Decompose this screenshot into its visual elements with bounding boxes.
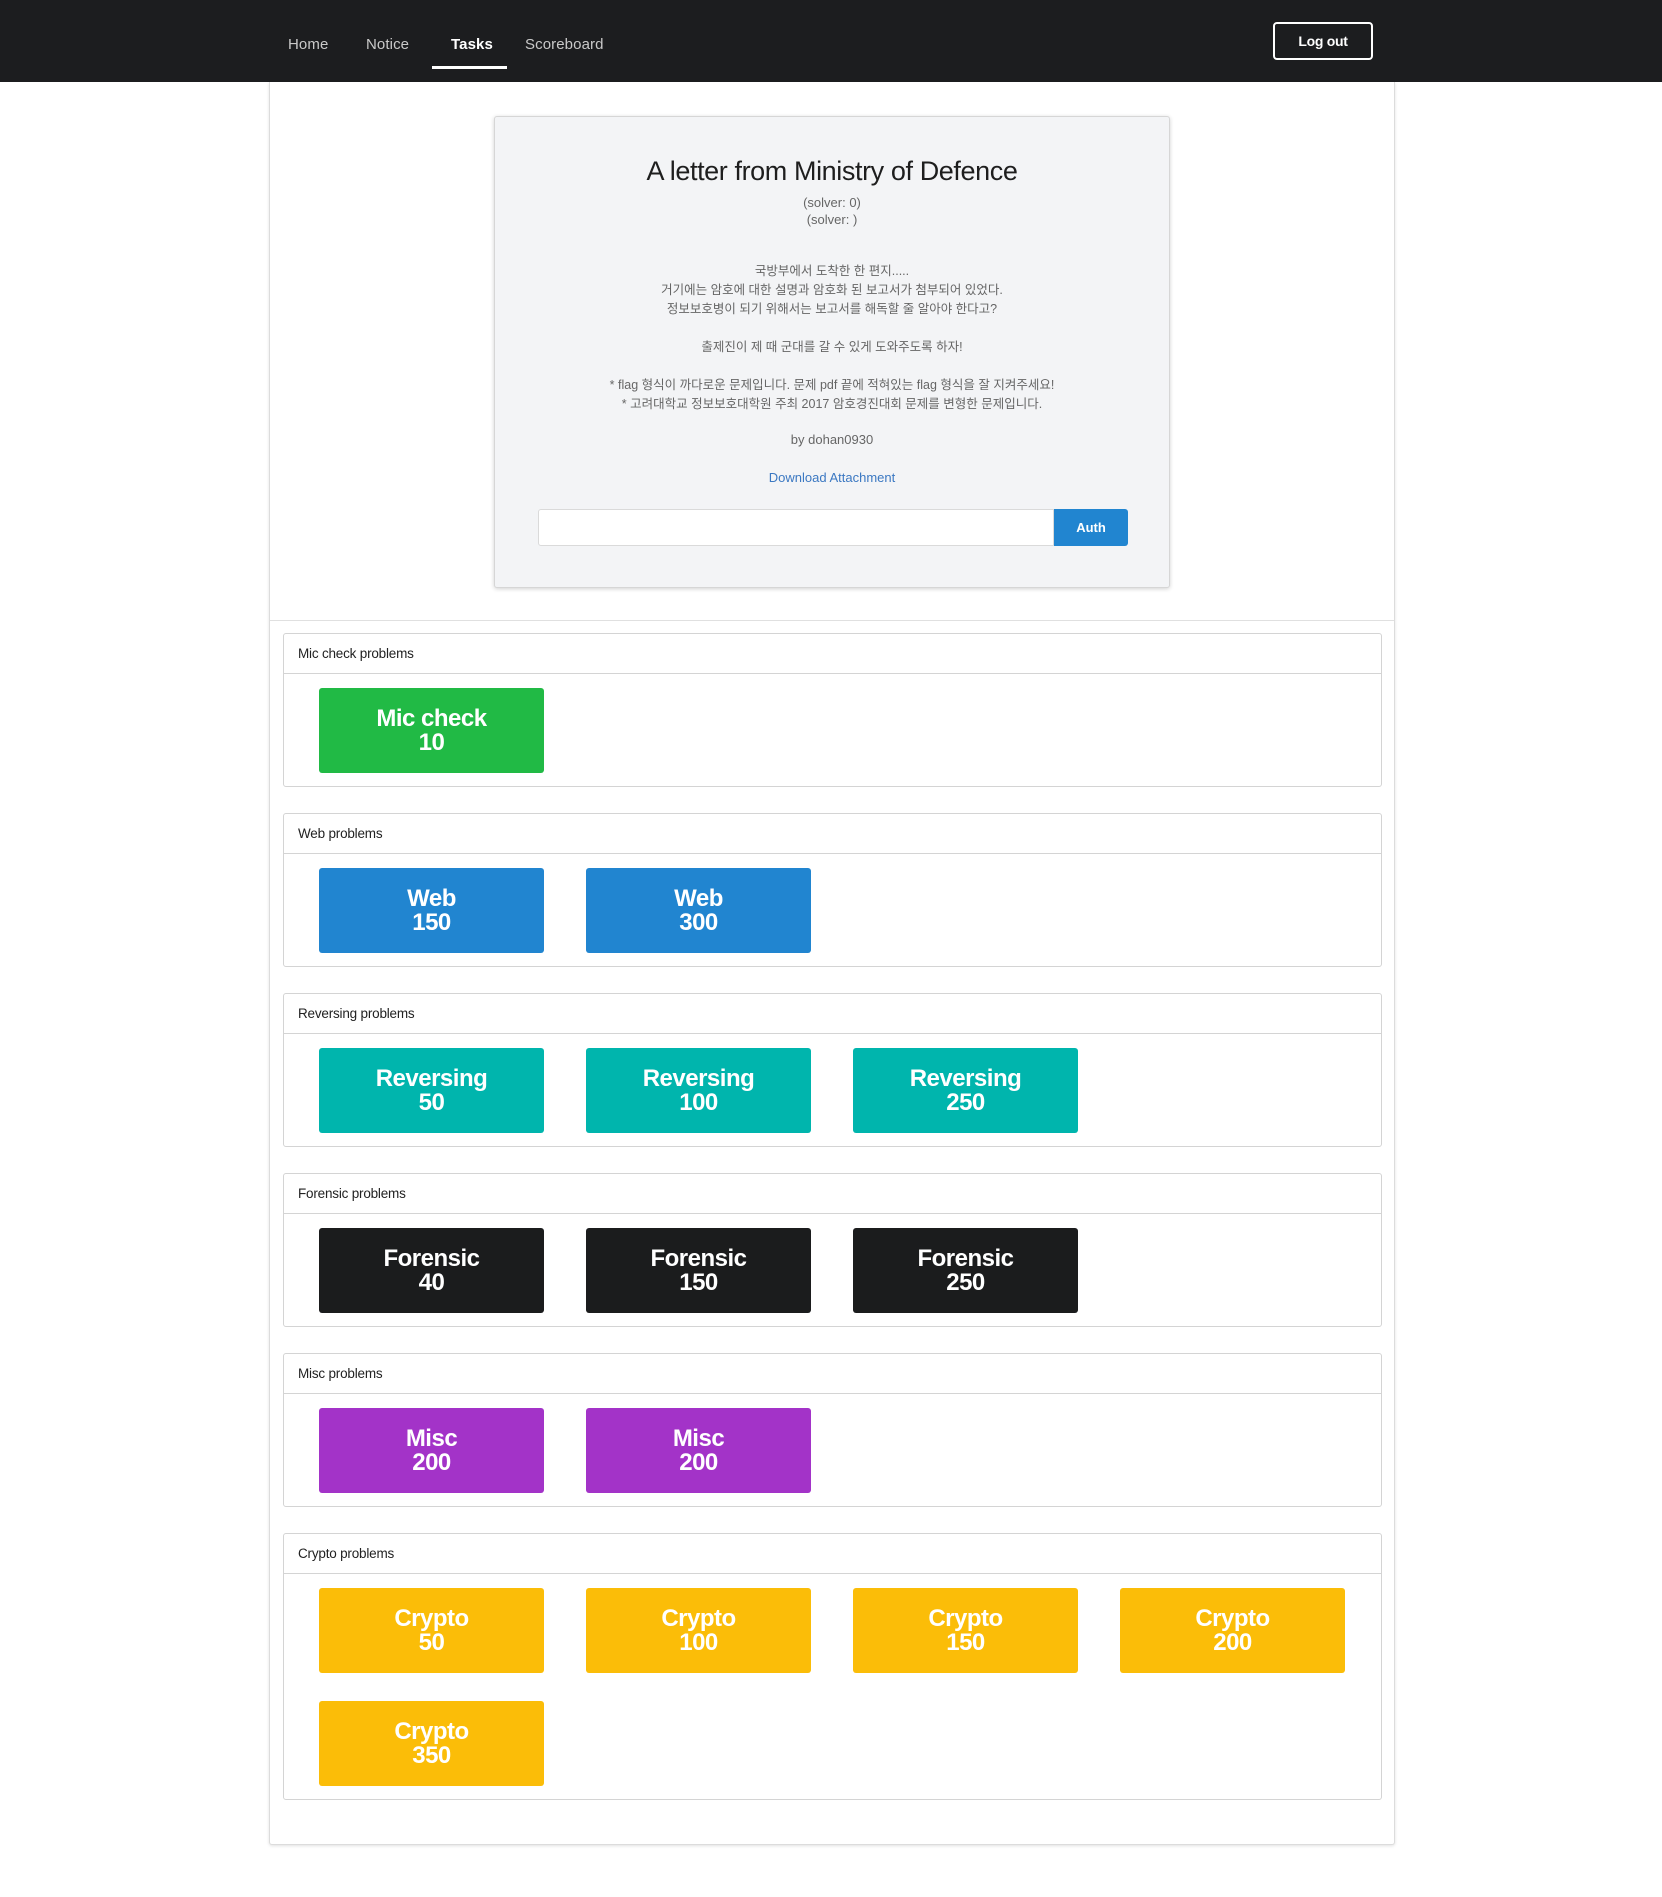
task-tile[interactable]: Crypto 150 (853, 1588, 1078, 1673)
flag-input[interactable] (538, 509, 1054, 546)
task-tile[interactable]: Crypto 100 (586, 1588, 811, 1673)
logout-button[interactable]: Log out (1273, 22, 1373, 60)
task-name: Crypto (1195, 1604, 1270, 1632)
category-panel: Forensic problems Forensic 40 Forensic 150 Fo… (283, 1173, 1382, 1327)
task-points: 250 (946, 1088, 985, 1116)
task-points: 250 (946, 1268, 985, 1296)
description-line: 정보보호병이 되기 위해서는 보고서를 해독할 줄 알아야 한다고? (666, 302, 998, 316)
task-tile[interactable]: Reversing 250 (853, 1048, 1078, 1133)
task-tile[interactable]: Forensic 150 (586, 1228, 811, 1313)
challenge-description: 국방부에서 도착한 한 편지..... 거기에는 암호에 대한 설명과 암호화 … (495, 262, 1169, 414)
category-panel: Reversing problems Reversing 50 Reversing 10… (283, 993, 1382, 1147)
task-points: 40 (418, 1268, 445, 1296)
task-name: Reversing (375, 1064, 488, 1092)
challenge-author: by dohan0930 (790, 432, 874, 447)
task-points: 50 (418, 1628, 445, 1656)
nav-notice[interactable]: Notice (366, 36, 409, 53)
task-points: 150 (679, 1268, 718, 1296)
task-points: 10 (418, 728, 445, 756)
task-tile[interactable]: Reversing 100 (586, 1048, 811, 1133)
category-title: Reversing problems (284, 994, 1381, 1034)
download-attachment-link[interactable]: Download Attachment (495, 470, 1169, 485)
task-tile[interactable]: Forensic 250 (853, 1228, 1078, 1313)
category-task-grid: Crypto 50 Crypto 100 Crypto 150 Crypto 200 Crypt… (284, 1574, 1381, 1799)
challenge-title: A letter from Ministry of Defence (646, 156, 1018, 186)
category-task-grid: Forensic 40 Forensic 150 Forensic 250 (284, 1214, 1381, 1326)
task-name: Web (674, 884, 723, 912)
task-name: Misc (405, 1424, 458, 1452)
task-name: Misc (672, 1424, 725, 1452)
active-tab-indicator (432, 66, 507, 69)
task-name: Forensic (650, 1244, 747, 1272)
nav-home[interactable]: Home (288, 36, 328, 53)
description-line (495, 357, 1169, 376)
task-points: 50 (418, 1088, 445, 1116)
task-tile[interactable]: Mic check 10 (319, 688, 544, 773)
challenge-detail-card: A letter from Ministry of Defence (solve… (494, 116, 1170, 588)
tasks-container: A letter from Ministry of Defence (solve… (269, 82, 1395, 1845)
category-panel: Mic check problems Mic check 10 (283, 633, 1382, 787)
task-tile[interactable]: Reversing 50 (319, 1048, 544, 1133)
task-tile[interactable]: Crypto 350 (319, 1701, 544, 1786)
nav-scoreboard[interactable]: Scoreboard (525, 36, 604, 53)
category-task-grid: Reversing 50 Reversing 100 Reversing 250 (284, 1034, 1381, 1146)
task-points: 150 (946, 1628, 985, 1656)
auth-button[interactable]: Auth (1054, 509, 1128, 546)
category-task-grid: Web 150 Web 300 (284, 854, 1381, 966)
category-panel: Crypto problems Crypto 50 Crypto 100 Crypto 15… (283, 1533, 1382, 1800)
category-task-grid: Mic check 10 (284, 674, 1381, 786)
category-task-grid: Misc 200 Misc 200 (284, 1394, 1381, 1506)
task-points: 350 (412, 1741, 451, 1769)
solver-list: (solver: ) (806, 212, 858, 227)
description-line: 거기에는 암호에 대한 설명과 암호화 된 보고서가 첨부되어 있었다. (661, 283, 1003, 297)
task-tile[interactable]: Misc 200 (319, 1408, 544, 1493)
description-line: 출제진이 제 때 군대를 갈 수 있게 도와주도록 하자! (701, 340, 963, 354)
description-line: 국방부에서 도착한 한 편지..... (754, 264, 910, 278)
category-panel: Misc problems Misc 200 Misc 200 (283, 1353, 1382, 1507)
task-tile[interactable]: Crypto 50 (319, 1588, 544, 1673)
task-points: 150 (412, 908, 451, 936)
description-line: * 고려대학교 정보보호대학원 주최 2017 암호경진대회 문제를 변형한 문… (621, 397, 1043, 411)
top-navbar: Home Notice Tasks Scoreboard Log out (0, 0, 1662, 82)
task-tile[interactable]: Forensic 40 (319, 1228, 544, 1313)
task-tile[interactable]: Web 300 (586, 868, 811, 953)
task-points: 100 (679, 1088, 718, 1116)
task-name: Web (407, 884, 456, 912)
task-points: 200 (679, 1448, 718, 1476)
category-title: Mic check problems (284, 634, 1381, 674)
task-tile[interactable]: Misc 200 (586, 1408, 811, 1493)
category-panel: Web problems Web 150 Web 300 (283, 813, 1382, 967)
task-points: 200 (1213, 1628, 1252, 1656)
task-name: Crypto (394, 1604, 469, 1632)
task-name: Reversing (909, 1064, 1022, 1092)
category-title: Web problems (284, 814, 1381, 854)
nav-tasks[interactable]: Tasks (451, 36, 493, 53)
description-line (495, 319, 1169, 338)
task-name: Mic check (376, 704, 487, 732)
task-tile[interactable]: Crypto 200 (1120, 1588, 1345, 1673)
task-name: Reversing (642, 1064, 755, 1092)
description-line: * flag 형식이 까다로운 문제입니다. 문제 pdf 끝에 적혀있는 fl… (609, 378, 1055, 392)
task-name: Crypto (928, 1604, 1003, 1632)
category-title: Forensic problems (284, 1174, 1381, 1214)
task-name: Forensic (383, 1244, 480, 1272)
solver-count: (solver: 0) (803, 195, 861, 210)
task-tile[interactable]: Web 150 (319, 868, 544, 953)
task-points: 100 (679, 1628, 718, 1656)
category-title: Misc problems (284, 1354, 1381, 1394)
task-points: 300 (679, 908, 718, 936)
task-points: 200 (412, 1448, 451, 1476)
task-name: Crypto (661, 1604, 736, 1632)
task-name: Crypto (394, 1717, 469, 1745)
section-divider (270, 620, 1394, 621)
category-title: Crypto problems (284, 1534, 1381, 1574)
task-name: Forensic (917, 1244, 1014, 1272)
